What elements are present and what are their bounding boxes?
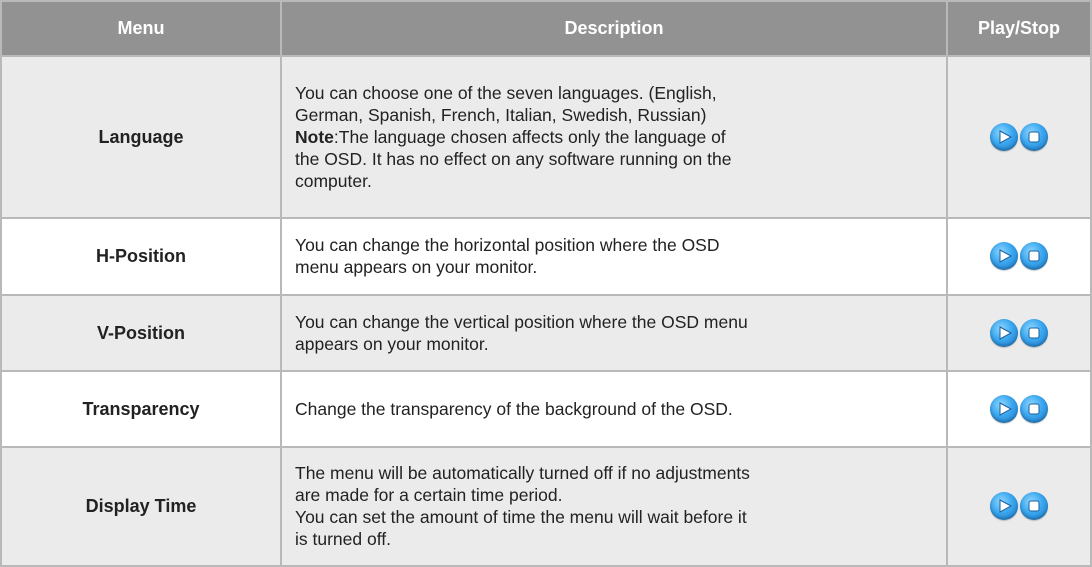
description-line: is turned off.	[295, 529, 391, 550]
description-line: The menu will be automatically turned of…	[295, 463, 750, 484]
play-stop-cell	[948, 219, 1090, 294]
table-row: V-Position You can change the vertical p…	[2, 295, 1090, 371]
stop-icon	[1028, 327, 1040, 339]
stop-button[interactable]	[1020, 123, 1048, 152]
description-line: German, Spanish, French, Italian, Swedis…	[295, 105, 707, 126]
play-icon	[999, 249, 1013, 264]
description-cell: You can change the horizontal position w…	[282, 219, 946, 294]
osd-menu-table: Menu Description Play/Stop Language You …	[0, 0, 1092, 567]
description-line: You can change the vertical position whe…	[295, 311, 748, 332]
description-line: You can change the horizontal position w…	[295, 235, 720, 256]
description-cell: You can change the vertical position whe…	[282, 295, 946, 371]
menu-name: H-Position	[2, 219, 280, 294]
play-button[interactable]	[990, 123, 1018, 152]
description-line: the OSD. It has no effect on any softwar…	[295, 149, 732, 170]
description-line: menu appears on your monitor.	[295, 257, 538, 278]
play-button[interactable]	[990, 242, 1018, 271]
header-menu: Menu	[2, 2, 280, 55]
stop-icon	[1028, 250, 1040, 262]
play-stop-cell	[948, 372, 1090, 446]
table-row: Language You can choose one of the seven…	[2, 57, 1090, 218]
header-description: Description	[282, 2, 946, 55]
play-icon	[999, 326, 1013, 340]
description-line: Change the transparency of the backgroun…	[295, 398, 733, 419]
description-line: You can choose one of the seven language…	[295, 83, 717, 104]
menu-name: Transparency	[2, 372, 280, 446]
note-text: :The language chosen affects only the la…	[333, 127, 726, 148]
play-icon	[999, 499, 1013, 514]
stop-icon	[1028, 403, 1040, 415]
header-row: Menu Description Play/Stop	[2, 2, 1090, 55]
play-icon	[999, 130, 1013, 144]
note-label: Note	[295, 127, 334, 148]
table-row: Transparency Change the transparency of …	[2, 372, 1090, 446]
stop-icon	[1028, 500, 1040, 512]
description-cell: You can choose one of the seven language…	[282, 57, 946, 218]
stop-button[interactable]	[1020, 492, 1048, 521]
stop-button[interactable]	[1020, 242, 1048, 271]
play-stop-cell	[948, 447, 1090, 565]
menu-name: Language	[2, 57, 280, 218]
stop-icon	[1028, 131, 1040, 143]
description-line: appears on your monitor.	[295, 333, 489, 354]
description-cell: The menu will be automatically turned of…	[282, 447, 946, 565]
table-row: Display Time The menu will be automatica…	[2, 447, 1090, 565]
description-line: computer.	[295, 171, 372, 192]
stop-button[interactable]	[1020, 318, 1048, 347]
description-cell: Change the transparency of the backgroun…	[282, 372, 946, 446]
description-line: are made for a certain time period.	[295, 485, 563, 506]
menu-name: Display Time	[2, 447, 280, 565]
header-play-stop: Play/Stop	[948, 2, 1090, 55]
play-button[interactable]	[990, 318, 1018, 347]
play-button[interactable]	[990, 492, 1018, 521]
table-row: H-Position You can change the horizontal…	[2, 219, 1090, 294]
menu-name: V-Position	[2, 295, 280, 371]
play-button[interactable]	[990, 394, 1018, 423]
description-line: You can set the amount of time the menu …	[295, 507, 747, 528]
stop-button[interactable]	[1020, 394, 1048, 423]
play-stop-cell	[948, 295, 1090, 371]
play-stop-cell	[948, 57, 1090, 218]
play-icon	[999, 402, 1013, 416]
